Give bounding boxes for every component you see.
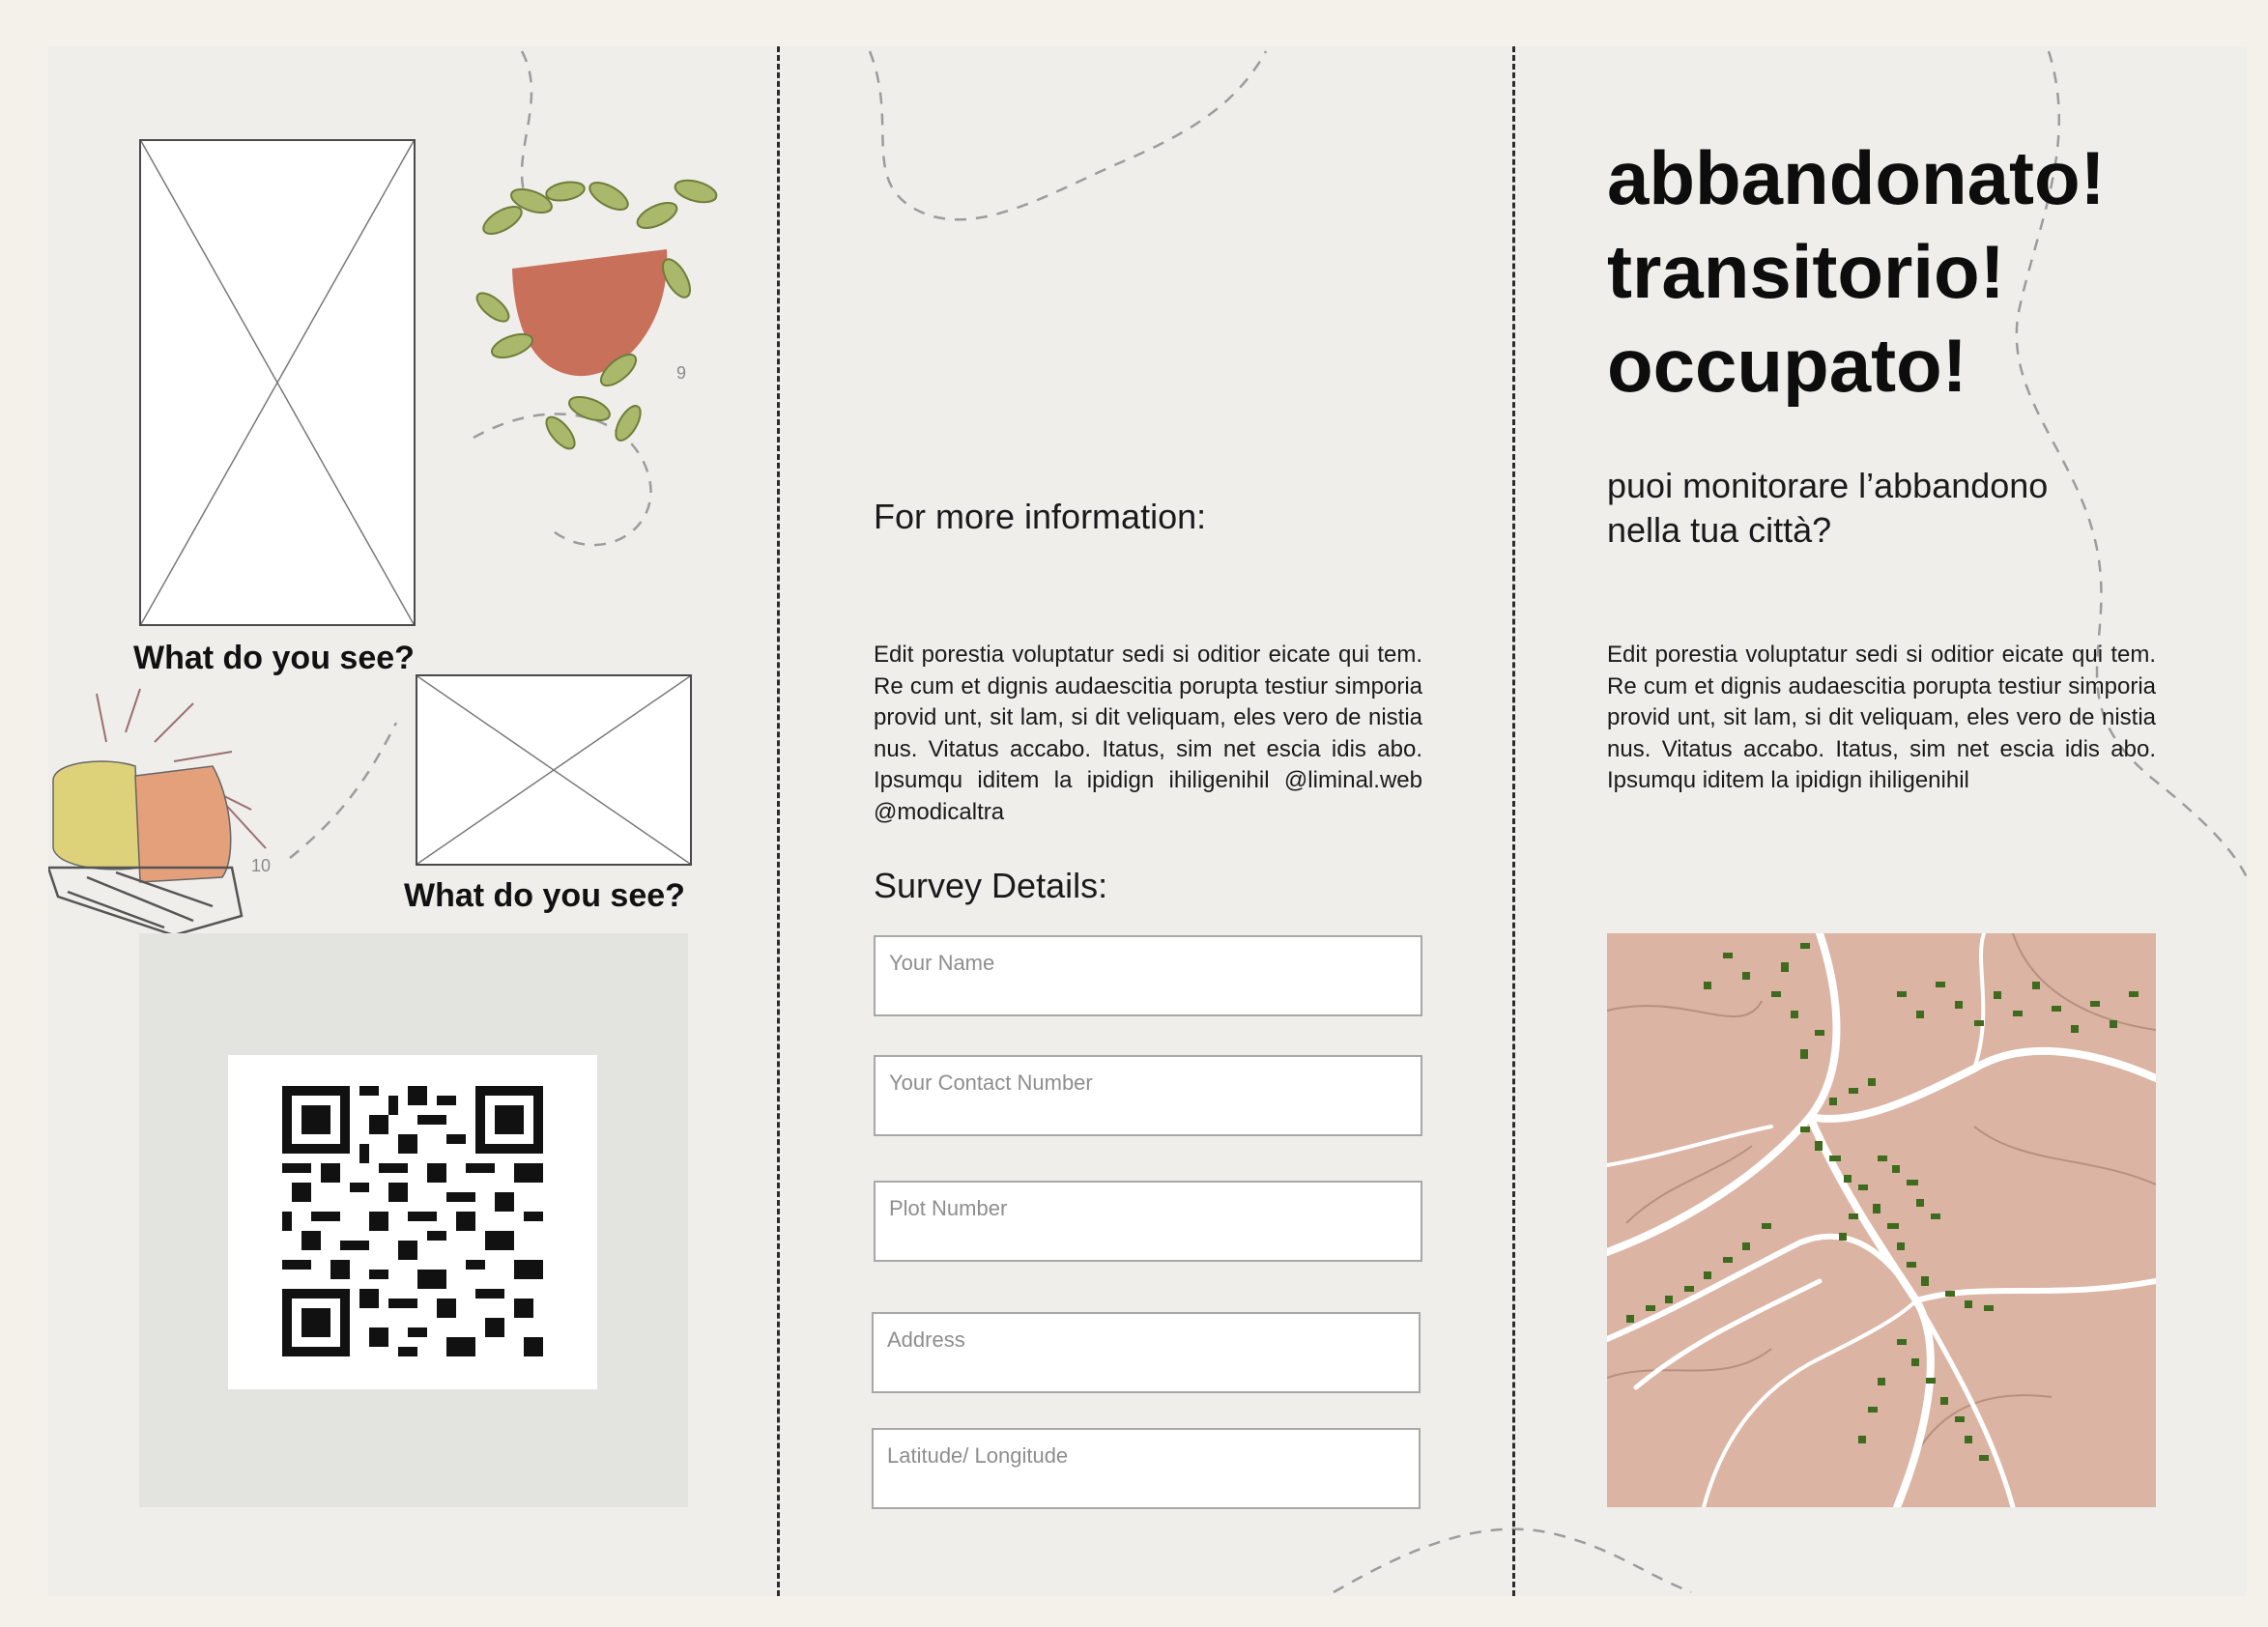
caption-what-do-you-see-1: What do you see? — [133, 640, 415, 676]
plot-number-field[interactable] — [874, 1181, 1422, 1262]
qr-card — [228, 1055, 597, 1389]
basket-planter-illustration — [48, 688, 267, 937]
right-body-text: Edit porestia voluptatur sedi si oditior… — [1607, 642, 2156, 793]
info-heading: For more information: — [874, 497, 1207, 536]
contact-number-field[interactable] — [874, 1055, 1422, 1136]
title-line-3: occupato! — [1607, 323, 1967, 408]
map-illustration — [1607, 933, 2156, 1507]
title-line-1: abbandonato! — [1607, 135, 2106, 220]
plant-number-9: 9 — [676, 363, 687, 383]
lat-long-field[interactable] — [872, 1428, 1421, 1509]
fold-line-left — [777, 46, 780, 1596]
title-line-2: transitorio! — [1607, 229, 2005, 314]
image-placeholder-small — [416, 674, 692, 866]
hanging-plant-illustration — [475, 179, 718, 450]
address-input[interactable] — [887, 1327, 1405, 1353]
name-input[interactable] — [889, 951, 1407, 976]
address-field[interactable] — [872, 1312, 1421, 1393]
plant-number-10: 10 — [251, 856, 272, 875]
subtitle: puoi monitorare l’abbandono nella tua ci… — [1607, 466, 2049, 550]
image-placeholder-large — [139, 139, 416, 626]
city-map[interactable] — [1607, 933, 2156, 1507]
name-field[interactable] — [874, 935, 1422, 1016]
qr-panel — [139, 933, 688, 1507]
lat-long-input[interactable] — [887, 1443, 1405, 1469]
survey-heading: Survey Details: — [874, 866, 1108, 905]
qr-code-icon[interactable] — [282, 1086, 543, 1356]
brochure-sheet: What do you see? 9 10 What do you see? F… — [48, 46, 2247, 1596]
contact-number-input[interactable] — [889, 1070, 1407, 1096]
plot-number-input[interactable] — [889, 1196, 1407, 1221]
info-body-text: Edit porestia voluptatur sedi si oditior… — [874, 642, 1422, 825]
fold-line-right — [1512, 46, 1515, 1596]
caption-what-do-you-see-2: What do you see? — [404, 877, 685, 914]
